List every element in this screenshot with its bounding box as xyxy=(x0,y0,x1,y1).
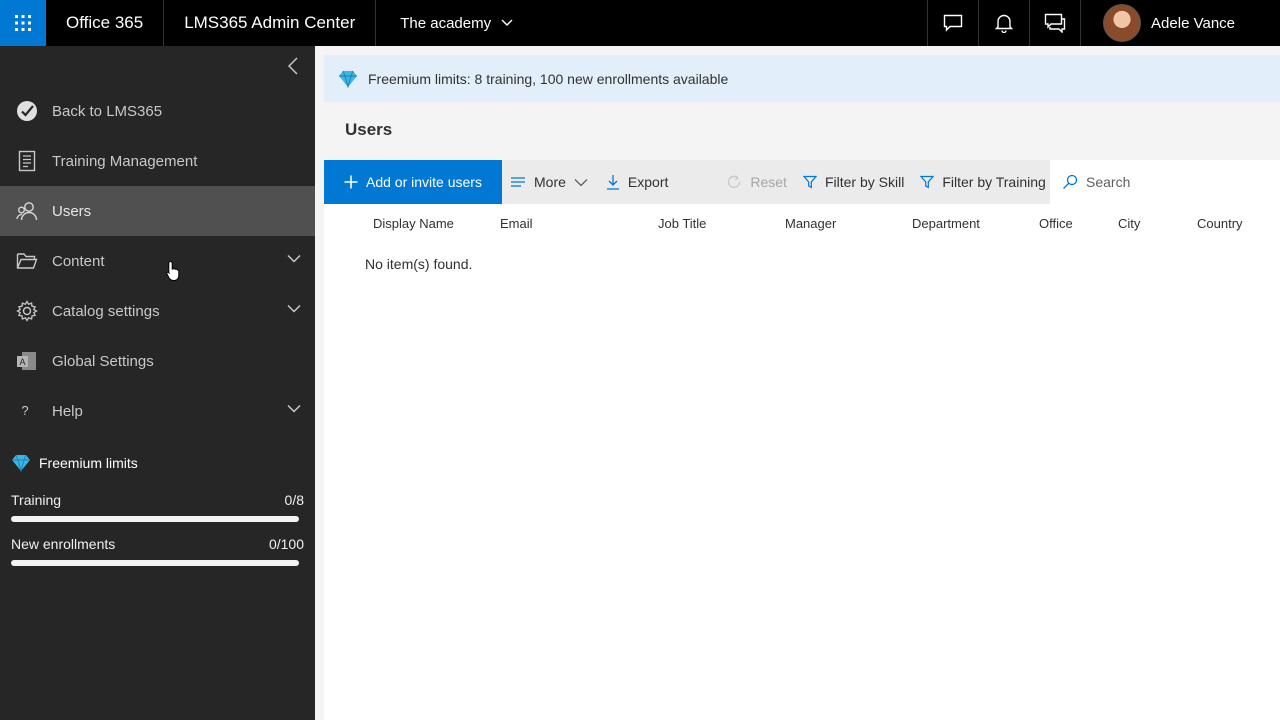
filter-icon xyxy=(920,175,935,189)
checkmark-circle-icon xyxy=(0,100,52,122)
sidebar-item-label: Users xyxy=(52,202,92,220)
column-header-office[interactable]: Office xyxy=(1039,216,1073,231)
site-selector[interactable]: The academy xyxy=(376,0,537,46)
user-profile-button[interactable]: Adele Vance xyxy=(1080,0,1280,46)
gear-icon xyxy=(0,300,52,322)
svg-text:?: ? xyxy=(21,403,28,418)
export-button[interactable]: Export xyxy=(606,160,668,204)
question-icon: ? xyxy=(0,402,52,420)
bell-icon xyxy=(995,14,1014,33)
user-name: Adele Vance xyxy=(1151,14,1235,32)
site-selector-label: The academy xyxy=(400,14,492,32)
avatar xyxy=(1103,4,1142,42)
filter-by-skill-label: Filter by Skill xyxy=(824,174,905,190)
chevron-down-icon xyxy=(287,404,301,413)
add-or-invite-users-label: Add or invite users xyxy=(366,174,482,190)
chevron-left-icon xyxy=(288,57,298,75)
sidebar-item-global-settings[interactable]: A Global Settings xyxy=(0,336,315,386)
collapse-sidebar-button[interactable] xyxy=(281,54,305,78)
chevron-down-icon xyxy=(501,19,513,26)
search-box[interactable] xyxy=(1050,160,1280,204)
sidebar: Back to LMS365 Training Management Users… xyxy=(0,46,315,720)
mouse-pointer-icon xyxy=(166,260,180,281)
sidebar-nav: Back to LMS365 Training Management Users… xyxy=(0,86,315,436)
document-icon xyxy=(0,150,52,172)
download-icon xyxy=(606,175,619,190)
enrollments-limit-row: New enrollments 0/100 xyxy=(11,536,304,552)
enrollments-progress-bar xyxy=(11,560,299,566)
training-limit-value: 0/8 xyxy=(284,492,304,508)
sidebar-item-content[interactable]: Content xyxy=(0,236,315,286)
search-input[interactable] xyxy=(1086,174,1256,190)
sidebar-item-label: Global Settings xyxy=(52,352,154,370)
reset-label: Reset xyxy=(750,174,787,190)
menu-lines-icon xyxy=(511,177,525,187)
column-header-email[interactable]: Email xyxy=(500,216,533,231)
diamond-icon xyxy=(339,70,357,88)
command-bar: Add or invite users More Export Reset Fi… xyxy=(324,160,1280,204)
training-limit-label: Training xyxy=(11,492,62,508)
main-content: Freemium limits: 8 training, 100 new enr… xyxy=(315,46,1280,720)
freemium-limits-title: Freemium limits xyxy=(39,455,138,471)
waffle-icon xyxy=(15,15,31,31)
office-365-link[interactable]: Office 365 xyxy=(46,0,165,46)
sidebar-item-label: Back to LMS365 xyxy=(52,102,163,120)
column-header-manager[interactable]: Manager xyxy=(785,216,836,231)
filter-icon xyxy=(802,175,817,189)
freemium-banner-text: Freemium limits: 8 training, 100 new enr… xyxy=(368,70,729,87)
more-label: More xyxy=(534,174,566,190)
svg-text:A: A xyxy=(19,357,25,367)
freemium-limits-header: Freemium limits xyxy=(11,448,304,478)
add-or-invite-users-button[interactable]: Add or invite users xyxy=(324,160,502,204)
refresh-icon xyxy=(728,175,741,189)
page-title: Users xyxy=(345,120,393,139)
training-limit-row: Training 0/8 xyxy=(11,492,304,508)
app-launcher-button[interactable] xyxy=(0,0,46,46)
sidebar-item-label: Catalog settings xyxy=(52,302,160,320)
filter-by-training-label: Filter by Training xyxy=(942,174,1046,190)
settings-app-icon: A xyxy=(0,350,52,372)
empty-state-message: No item(s) found. xyxy=(365,256,473,272)
column-header-display-name[interactable]: Display Name xyxy=(373,216,454,231)
plus-icon xyxy=(344,175,358,189)
column-header-country[interactable]: Country xyxy=(1197,216,1243,231)
sidebar-item-help[interactable]: ? Help xyxy=(0,386,315,436)
filter-by-skill-button[interactable]: Filter by Skill xyxy=(802,160,905,204)
users-panel: Add or invite users More Export Reset Fi… xyxy=(324,160,1280,720)
training-progress-bar xyxy=(11,516,299,522)
chevron-down-icon xyxy=(287,304,301,313)
filter-by-training-button[interactable]: Filter by Training xyxy=(920,160,1046,204)
sidebar-item-training-management[interactable]: Training Management xyxy=(0,136,315,186)
table-header-row: Display Name Email Job Title Manager Dep… xyxy=(324,204,1280,244)
sidebar-item-label: Content xyxy=(52,252,105,270)
chevron-down-icon xyxy=(574,178,588,186)
freemium-banner: Freemium limits: 8 training, 100 new enr… xyxy=(324,55,1280,102)
sidebar-item-label: Training Management xyxy=(52,152,198,170)
feedback-button[interactable] xyxy=(1029,0,1080,46)
app-title[interactable]: LMS365 Admin Center xyxy=(164,0,377,46)
enrollments-limit-value: 0/100 xyxy=(268,536,304,552)
chat-icon xyxy=(943,14,963,32)
people-icon xyxy=(0,201,52,221)
more-button[interactable]: More xyxy=(510,160,588,204)
enrollments-limit-label: New enrollments xyxy=(11,536,116,552)
sidebar-item-label: Help xyxy=(52,402,83,420)
notifications-button[interactable] xyxy=(978,0,1029,46)
column-header-department[interactable]: Department xyxy=(912,216,980,231)
chevron-down-icon xyxy=(287,254,301,263)
diamond-icon xyxy=(12,454,30,472)
feedback-icon xyxy=(1044,13,1066,33)
column-header-job-title[interactable]: Job Title xyxy=(658,216,706,231)
sidebar-item-back-to-lms365[interactable]: Back to LMS365 xyxy=(0,86,315,136)
folder-icon xyxy=(0,252,52,270)
export-label: Export xyxy=(627,174,669,190)
search-icon xyxy=(1063,174,1078,189)
sidebar-item-users[interactable]: Users xyxy=(0,186,315,236)
column-header-city[interactable]: City xyxy=(1118,216,1140,231)
reset-button[interactable]: Reset xyxy=(726,160,787,204)
chat-button[interactable] xyxy=(927,0,978,46)
sidebar-item-catalog-settings[interactable]: Catalog settings xyxy=(0,286,315,336)
freemium-limits-panel: Freemium limits Training 0/8 New enrollm… xyxy=(0,448,315,566)
top-bar: Office 365 LMS365 Admin Center The acade… xyxy=(0,0,1280,46)
